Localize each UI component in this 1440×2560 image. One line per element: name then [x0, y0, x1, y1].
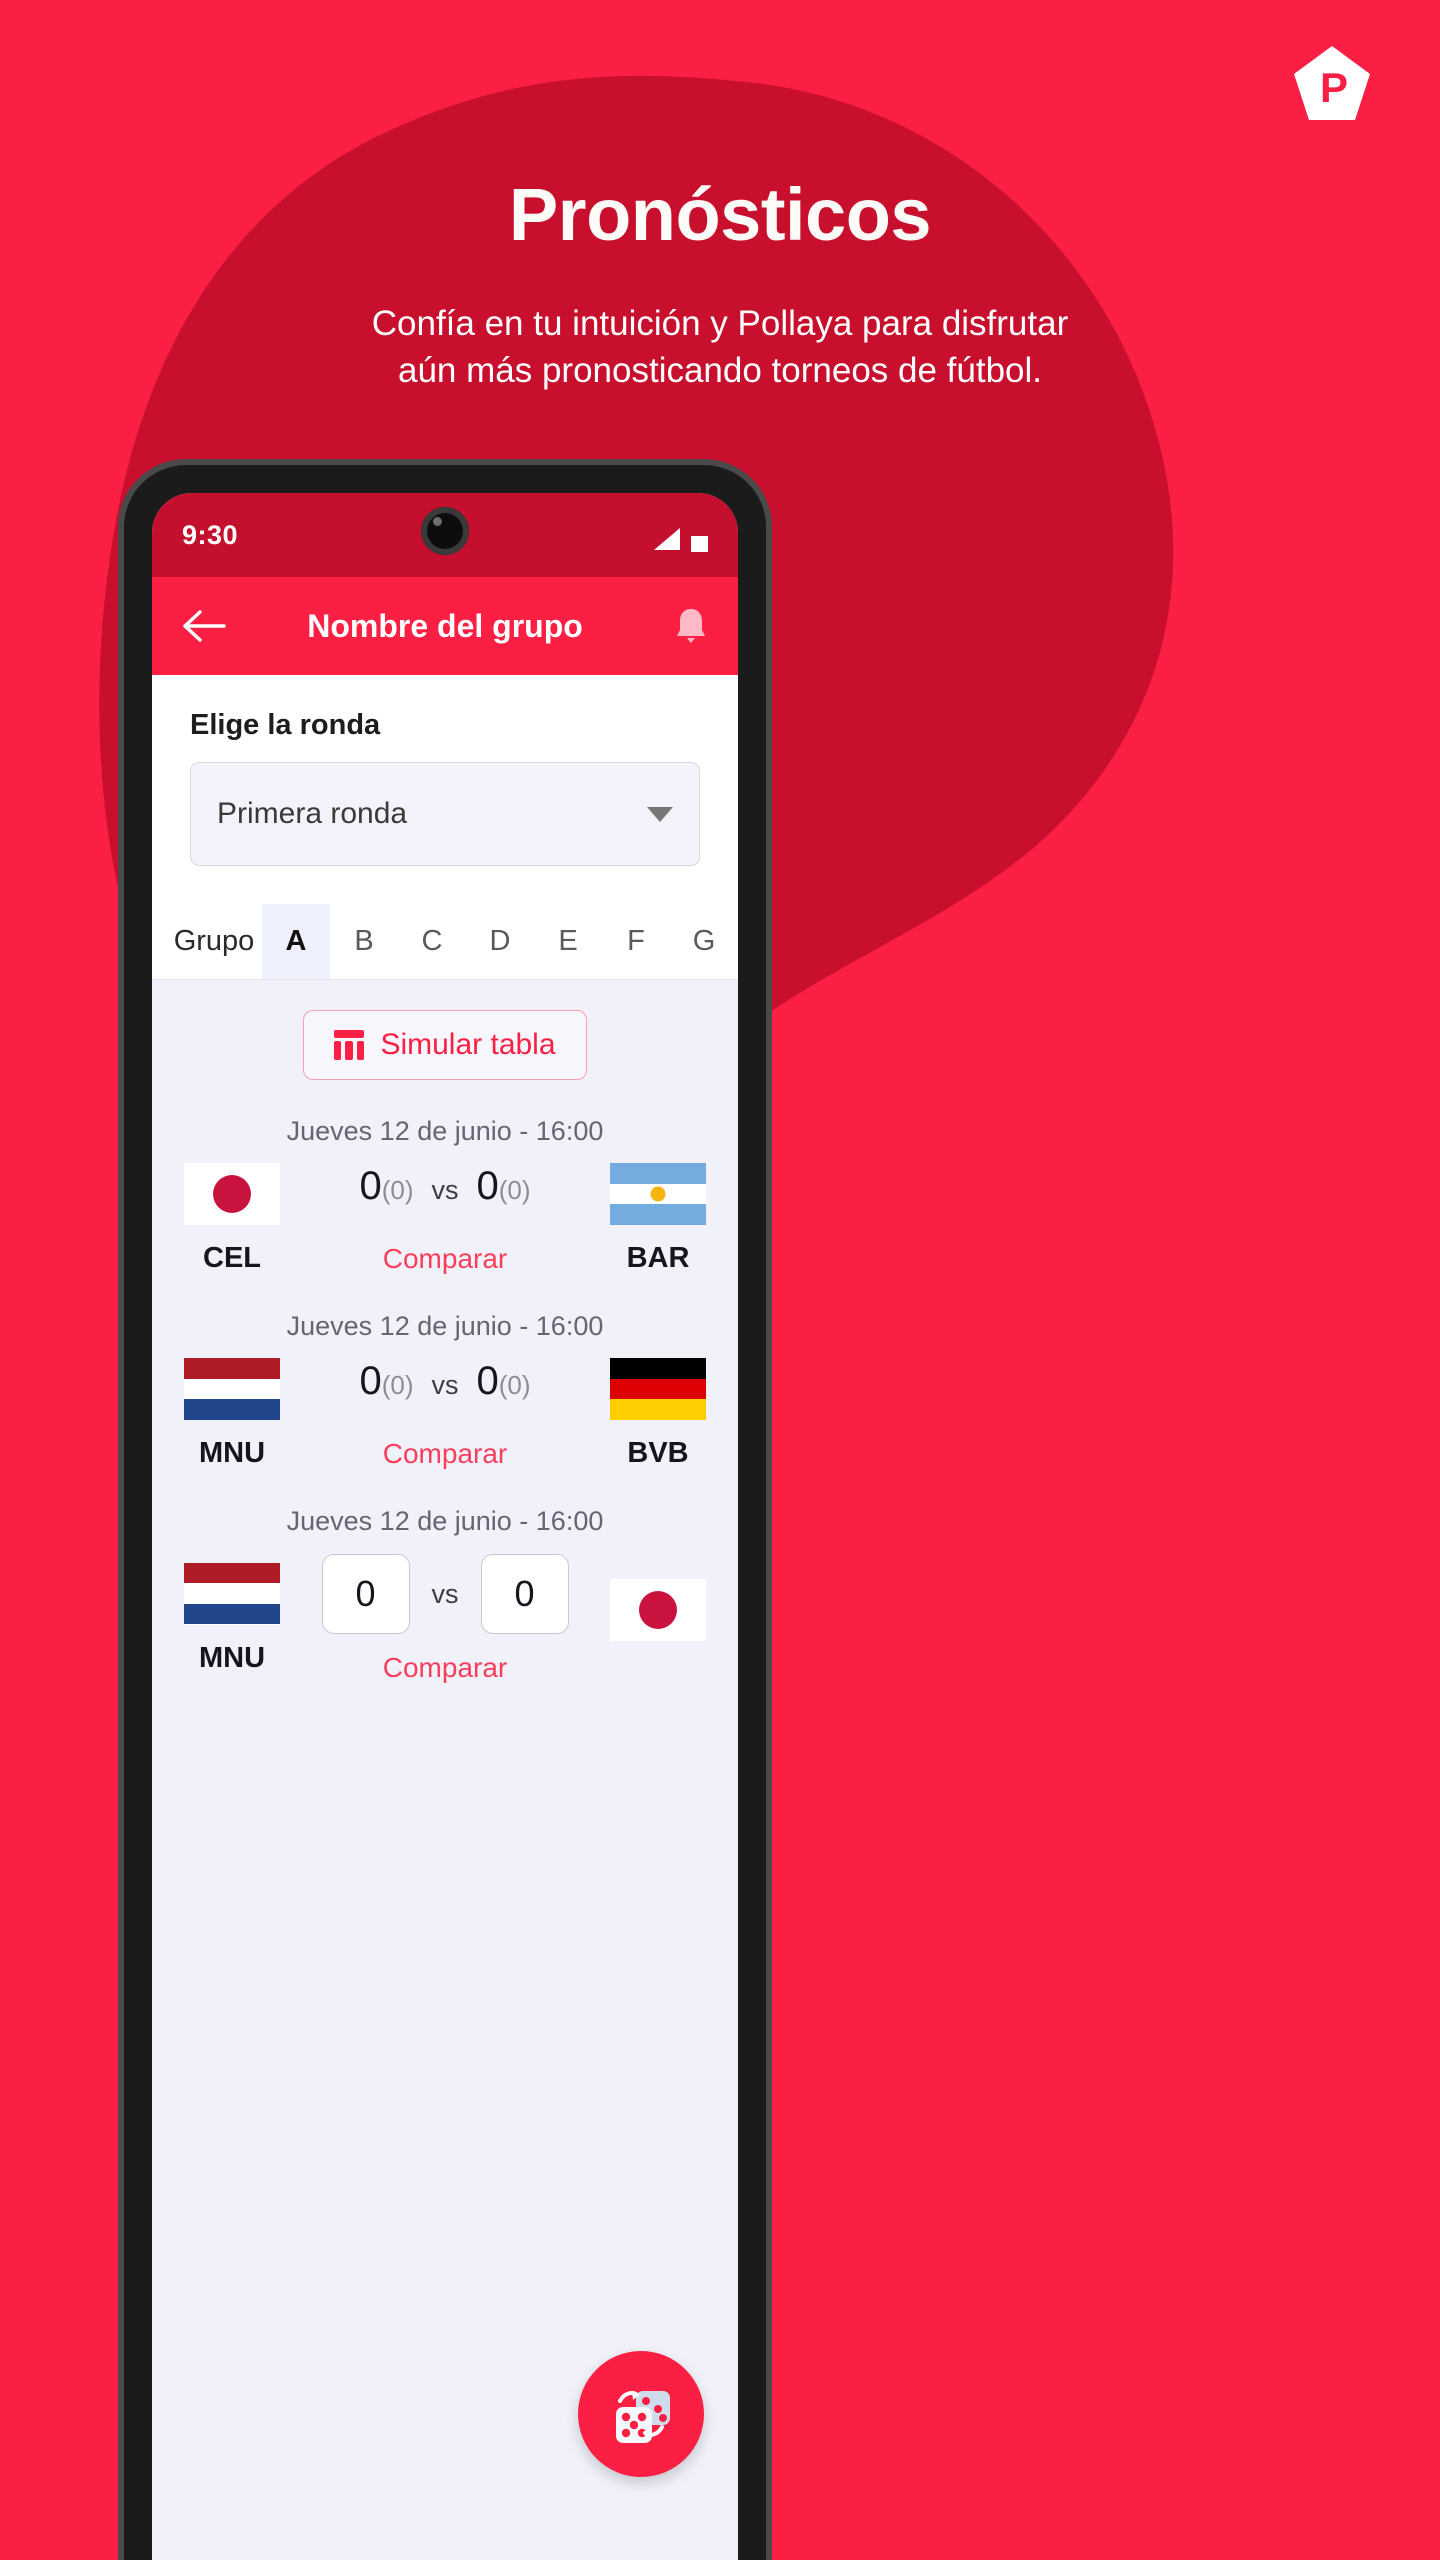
phone-screen: 9:30 Nombre del grupo Elige la ronda Pri…: [152, 493, 738, 2560]
tab-group-c[interactable]: C: [398, 904, 466, 979]
tab-group-b[interactable]: B: [330, 904, 398, 979]
home-score: 0(0): [359, 1358, 414, 1403]
status-bar: 9:30: [152, 493, 738, 577]
home-team[interactable]: MNU: [167, 1562, 297, 1675]
hero-section: Pronósticos Confía en tu intuición y Pol…: [0, 0, 1440, 395]
japan-flag: [184, 1163, 280, 1225]
away-score-sub: (0): [498, 1369, 531, 1400]
app-bar: Nombre del grupo: [152, 577, 738, 675]
netherlands-flag: [184, 1562, 280, 1625]
away-team[interactable]: BVB: [593, 1358, 723, 1470]
vs-label: vs: [431, 1174, 459, 1205]
table-icon: [334, 1030, 365, 1060]
match-date: Jueves 12 de junio - 16:00: [286, 1116, 604, 1146]
tab-group-a[interactable]: A: [262, 904, 330, 979]
vs-label: vs: [431, 1578, 459, 1609]
camera-notch: [421, 507, 469, 555]
score-line: 0(0) vs 0(0): [359, 1359, 530, 1421]
home-team[interactable]: MNU: [167, 1358, 297, 1470]
germany-flag: [610, 1358, 706, 1420]
compare-link[interactable]: Comparar: [383, 1243, 507, 1275]
tab-group-g[interactable]: G: [670, 904, 738, 979]
away-team[interactable]: BAR: [593, 1163, 723, 1275]
home-team-code: MNU: [198, 1641, 266, 1674]
argentina-flag: [610, 1163, 706, 1225]
away-team[interactable]: [593, 1579, 723, 1658]
away-score-input[interactable]: 0: [480, 1554, 569, 1634]
match-center: 0 vs 0 Comparar: [297, 1553, 593, 1684]
page-title: Pronósticos: [508, 173, 932, 256]
netherlands-flag: [184, 1358, 280, 1420]
simulate-table-label: Simular tabla: [380, 1028, 556, 1061]
logo-letter: P: [1320, 64, 1348, 111]
home-team-code: MNU: [198, 1437, 266, 1469]
dice-shuffle-icon: [616, 2391, 670, 2443]
tab-label-grupo: Grupo: [173, 925, 255, 957]
home-score: 0(0): [359, 1163, 414, 1208]
shuffle-fab-button[interactable]: [578, 2351, 704, 2477]
status-time: 9:30: [182, 519, 239, 550]
score-line: 0 vs 0: [321, 1553, 569, 1635]
score-line: 0(0) vs 0(0): [359, 1164, 530, 1226]
pollaya-logo: P: [1292, 44, 1372, 124]
japan-flag: [610, 1579, 706, 1641]
wifi-icon: [618, 534, 642, 550]
match-center: 0(0) vs 0(0) Comparar: [297, 1359, 593, 1470]
away-team-code: BAR: [626, 1242, 690, 1274]
back-arrow-icon[interactable]: [182, 609, 226, 643]
tab-group-e[interactable]: E: [534, 904, 602, 979]
home-team-code: CEL: [203, 1242, 261, 1274]
battery-icon: [691, 524, 708, 552]
home-team[interactable]: CEL: [167, 1163, 297, 1275]
home-score-sub: (0): [381, 1174, 414, 1205]
matches-list: Simular tabla Jueves 12 de junio - 16:00…: [152, 980, 738, 2560]
tab-group-d[interactable]: D: [466, 904, 534, 979]
round-label: Elige la ronda: [190, 709, 381, 741]
chevron-down-icon: [647, 806, 673, 822]
simulate-row: Simular tabla: [152, 1010, 738, 1080]
round-selector-section: Elige la ronda Primera ronda Grupo A B C…: [152, 675, 738, 980]
away-score: 0(0): [476, 1358, 531, 1403]
away-score-sub: (0): [498, 1174, 531, 1205]
compare-link[interactable]: Comparar: [383, 1438, 507, 1470]
home-score-sub: (0): [381, 1369, 414, 1400]
page-subtitle: Confía en tu intuición y Pollaya para di…: [371, 304, 1069, 391]
signal-icon: [654, 528, 680, 550]
home-score-input[interactable]: 0: [321, 1554, 410, 1634]
compare-link[interactable]: Comparar: [383, 1652, 507, 1684]
tab-group-f[interactable]: F: [602, 904, 670, 979]
match-row: Jueves 12 de junio - 16:00 MNU 0(0) vs 0…: [152, 1275, 738, 1470]
bell-icon[interactable]: [674, 606, 708, 646]
match-date: Jueves 12 de junio - 16:00: [286, 1506, 604, 1536]
status-icons: [617, 518, 708, 552]
round-select-value: Primera ronda: [217, 797, 408, 830]
away-score: 0(0): [476, 1163, 531, 1208]
match-row: Jueves 12 de junio - 16:00 CEL 0(0) vs 0…: [152, 1080, 738, 1275]
vs-label: vs: [431, 1369, 459, 1400]
match-row: Jueves 12 de junio - 16:00 MNU 0 vs 0 Co…: [152, 1470, 738, 1684]
pentagon-logo-icon: P: [1294, 46, 1370, 120]
away-team-code: BVB: [627, 1437, 689, 1469]
app-bar-title: Nombre del grupo: [307, 607, 583, 644]
match-center: 0(0) vs 0(0) Comparar: [297, 1164, 593, 1275]
simulate-table-button[interactable]: Simular tabla: [303, 1010, 587, 1080]
phone-mockup: 9:30 Nombre del grupo Elige la ronda Pri…: [124, 465, 766, 2560]
match-date: Jueves 12 de junio - 16:00: [286, 1311, 604, 1341]
group-tabs[interactable]: Grupo A B C D E F G: [152, 904, 738, 980]
round-select[interactable]: Primera ronda: [190, 762, 700, 866]
